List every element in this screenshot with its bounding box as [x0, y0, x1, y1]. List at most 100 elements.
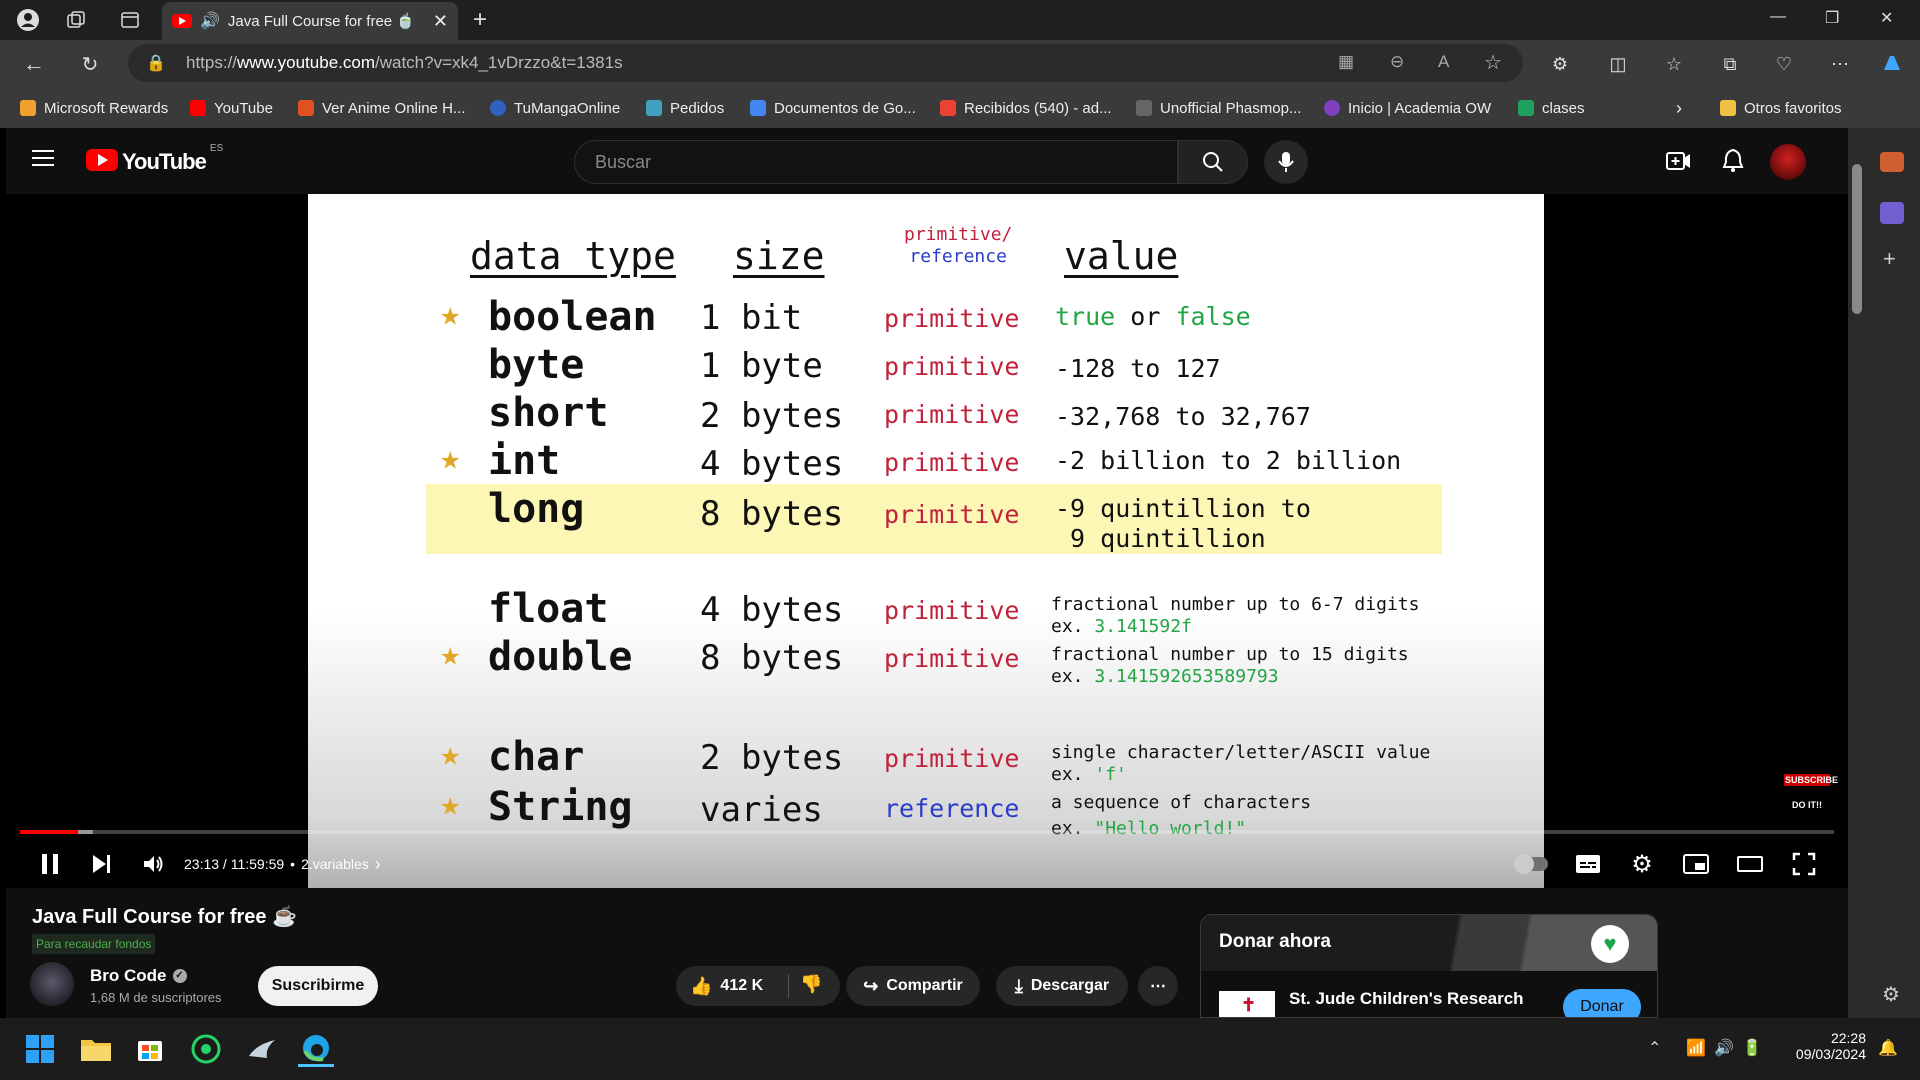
address-toolbar: ← ↻ 🔒 https://www.youtube.com/watch?v=xk…: [0, 40, 1920, 88]
miniplayer-button[interactable]: [1676, 844, 1716, 884]
bookmark-clases[interactable]: clases: [1518, 96, 1585, 120]
row-float: float 4 bytes primitive fractional numbe…: [308, 586, 1544, 637]
subscribe-overlay[interactable]: SUBSCRIBE DO IT!!: [1784, 774, 1838, 814]
download-button[interactable]: ⤓ Descargar: [996, 966, 1128, 1006]
bookmark-anime[interactable]: Ver Anime Online H...: [298, 96, 465, 120]
bookmark-phasmophobia[interactable]: Unofficial Phasmop...: [1136, 96, 1301, 120]
extensions-icon[interactable]: ⚙: [1548, 52, 1572, 76]
donate-org[interactable]: St. Jude Children's Research: [1289, 989, 1524, 1009]
sidebar-settings-icon[interactable]: ⚙: [1882, 982, 1900, 1007]
close-window-icon[interactable]: ✕: [1880, 8, 1893, 28]
fullscreen-button[interactable]: [1784, 844, 1824, 884]
donate-button[interactable]: Donar: [1563, 989, 1641, 1017]
pedidos-icon: [646, 100, 662, 116]
volume-button[interactable]: [136, 844, 172, 884]
settings-gear-icon[interactable]: ⚙: [1622, 844, 1662, 884]
add-sidebar-icon[interactable]: +: [1883, 246, 1896, 272]
bookmark-gmail[interactable]: Recibidos (540) - ad...: [940, 96, 1112, 120]
channel-name-row[interactable]: Bro Code ✓: [90, 966, 187, 986]
bookmark-other-favorites[interactable]: Otros favoritos: [1720, 96, 1842, 120]
dislike-icon[interactable]: 👎: [800, 974, 822, 995]
scrollbar-thumb[interactable]: [1852, 164, 1862, 314]
read-aloud-icon[interactable]: A: [1438, 52, 1449, 72]
collections-icon[interactable]: ⧉: [1718, 52, 1742, 76]
channel-name[interactable]: Bro Code: [90, 966, 167, 986]
pause-button[interactable]: [32, 844, 68, 884]
wifi-icon[interactable]: 📶: [1686, 1038, 1706, 1058]
share-button[interactable]: ↪ Compartir: [846, 966, 980, 1006]
bookmark-youtube[interactable]: YouTube: [190, 96, 273, 120]
edge-browser-icon[interactable]: [298, 1031, 334, 1067]
microsoft-store-icon[interactable]: [132, 1031, 168, 1067]
clock[interactable]: 22:28 09/03/2024: [1782, 1030, 1866, 1062]
youtube-logo[interactable]: YouTube ES: [86, 143, 223, 175]
data-type: byte: [488, 342, 585, 388]
app-available-icon[interactable]: ▦: [1338, 52, 1354, 72]
channel-avatar[interactable]: [30, 962, 74, 1006]
voice-search-button[interactable]: [1264, 140, 1308, 184]
value-line2: 9 quintillion: [1055, 524, 1266, 553]
lock-icon[interactable]: 🔒: [146, 53, 166, 73]
minimize-icon[interactable]: —: [1770, 8, 1786, 26]
workspaces-icon[interactable]: [64, 8, 88, 32]
bookmark-academia-ow[interactable]: Inicio | Academia OW: [1324, 96, 1491, 120]
subtitles-button[interactable]: [1568, 844, 1608, 884]
split-screen-icon[interactable]: ◫: [1606, 52, 1630, 76]
search-button[interactable]: [1178, 140, 1248, 184]
fundraiser-badge[interactable]: Para recaudar fondos: [32, 934, 156, 954]
copilot-icon[interactable]: [1880, 52, 1904, 76]
theater-mode-button[interactable]: [1730, 844, 1770, 884]
browser-tab-active[interactable]: 🔊 Java Full Course for free 🍵 ✕: [162, 2, 458, 40]
video-player[interactable]: data type size primitive/ reference valu…: [6, 194, 1848, 888]
url-field[interactable]: 🔒 https://www.youtube.com/watch?v=xk4_1v…: [128, 44, 1523, 82]
windows-start-icon[interactable]: [22, 1031, 58, 1067]
close-tab-icon[interactable]: ✕: [433, 11, 448, 32]
chevron-right-icon[interactable]: ›: [375, 854, 381, 875]
restore-icon[interactable]: ❐: [1825, 8, 1839, 28]
bookmark-tumangaonline[interactable]: TuMangaOnline: [490, 96, 620, 120]
example-value: "Hello world!": [1094, 818, 1247, 839]
like-icon[interactable]: 👍: [690, 976, 712, 997]
create-video-icon[interactable]: [1666, 150, 1692, 177]
browser-essentials-icon[interactable]: ♡: [1772, 52, 1796, 76]
file-explorer-icon[interactable]: [78, 1031, 114, 1067]
profile-icon[interactable]: [16, 8, 40, 32]
speaker-icon[interactable]: 🔊: [200, 11, 220, 31]
chevron-right-icon[interactable]: ›: [1676, 96, 1682, 120]
notifications-bell-icon[interactable]: [1722, 148, 1744, 179]
favorites-icon[interactable]: ☆: [1662, 52, 1686, 76]
whatsapp-icon[interactable]: [188, 1031, 224, 1067]
notifications-icon[interactable]: 🔔: [1878, 1038, 1898, 1058]
user-avatar[interactable]: [1770, 144, 1806, 180]
bookmark-google-docs[interactable]: Documentos de Go...: [750, 96, 916, 120]
battery-icon[interactable]: 🔋: [1742, 1038, 1762, 1058]
page-scrollbar[interactable]: [1848, 128, 1866, 1018]
tools-icon[interactable]: [1880, 152, 1904, 172]
new-tab-icon[interactable]: +: [468, 6, 492, 33]
next-button[interactable]: [84, 844, 120, 884]
zoom-icon[interactable]: ⊖: [1390, 52, 1404, 72]
refresh-icon[interactable]: ↻: [78, 52, 102, 76]
more-options-icon[interactable]: ⋯: [1828, 52, 1852, 76]
games-icon[interactable]: [1880, 202, 1904, 224]
chapter-button[interactable]: 2.variables: [301, 856, 369, 872]
steam-icon[interactable]: [244, 1031, 280, 1067]
autoplay-toggle[interactable]: [1514, 844, 1550, 884]
menu-icon[interactable]: [32, 148, 56, 173]
subscribe-button[interactable]: Suscribirme: [258, 966, 378, 1006]
tab-actions-icon[interactable]: [118, 8, 142, 32]
favorite-star-icon[interactable]: ☆: [1484, 50, 1502, 75]
like-dislike-group: 👍 412 K 👎: [676, 966, 840, 1006]
video-info-section: Java Full Course for free ☕ Para recauda…: [6, 888, 1848, 1018]
bookmark-microsoft-rewards[interactable]: Microsoft Rewards: [20, 96, 168, 120]
progress-bar[interactable]: [20, 830, 1834, 834]
row-boolean: ★ boolean 1 bit primitive true or false: [308, 294, 1544, 342]
bookmark-pedidos[interactable]: Pedidos: [646, 96, 724, 120]
like-count[interactable]: 412 K: [720, 977, 763, 995]
search-input[interactable]: Buscar: [574, 140, 1178, 184]
speaker-icon[interactable]: 🔊: [1714, 1038, 1734, 1058]
bookmark-label: Documentos de Go...: [774, 99, 916, 117]
show-hidden-icons-icon[interactable]: ⌃: [1648, 1038, 1661, 1058]
more-actions-button[interactable]: ⋯: [1138, 966, 1178, 1006]
back-icon[interactable]: ←: [22, 51, 46, 76]
